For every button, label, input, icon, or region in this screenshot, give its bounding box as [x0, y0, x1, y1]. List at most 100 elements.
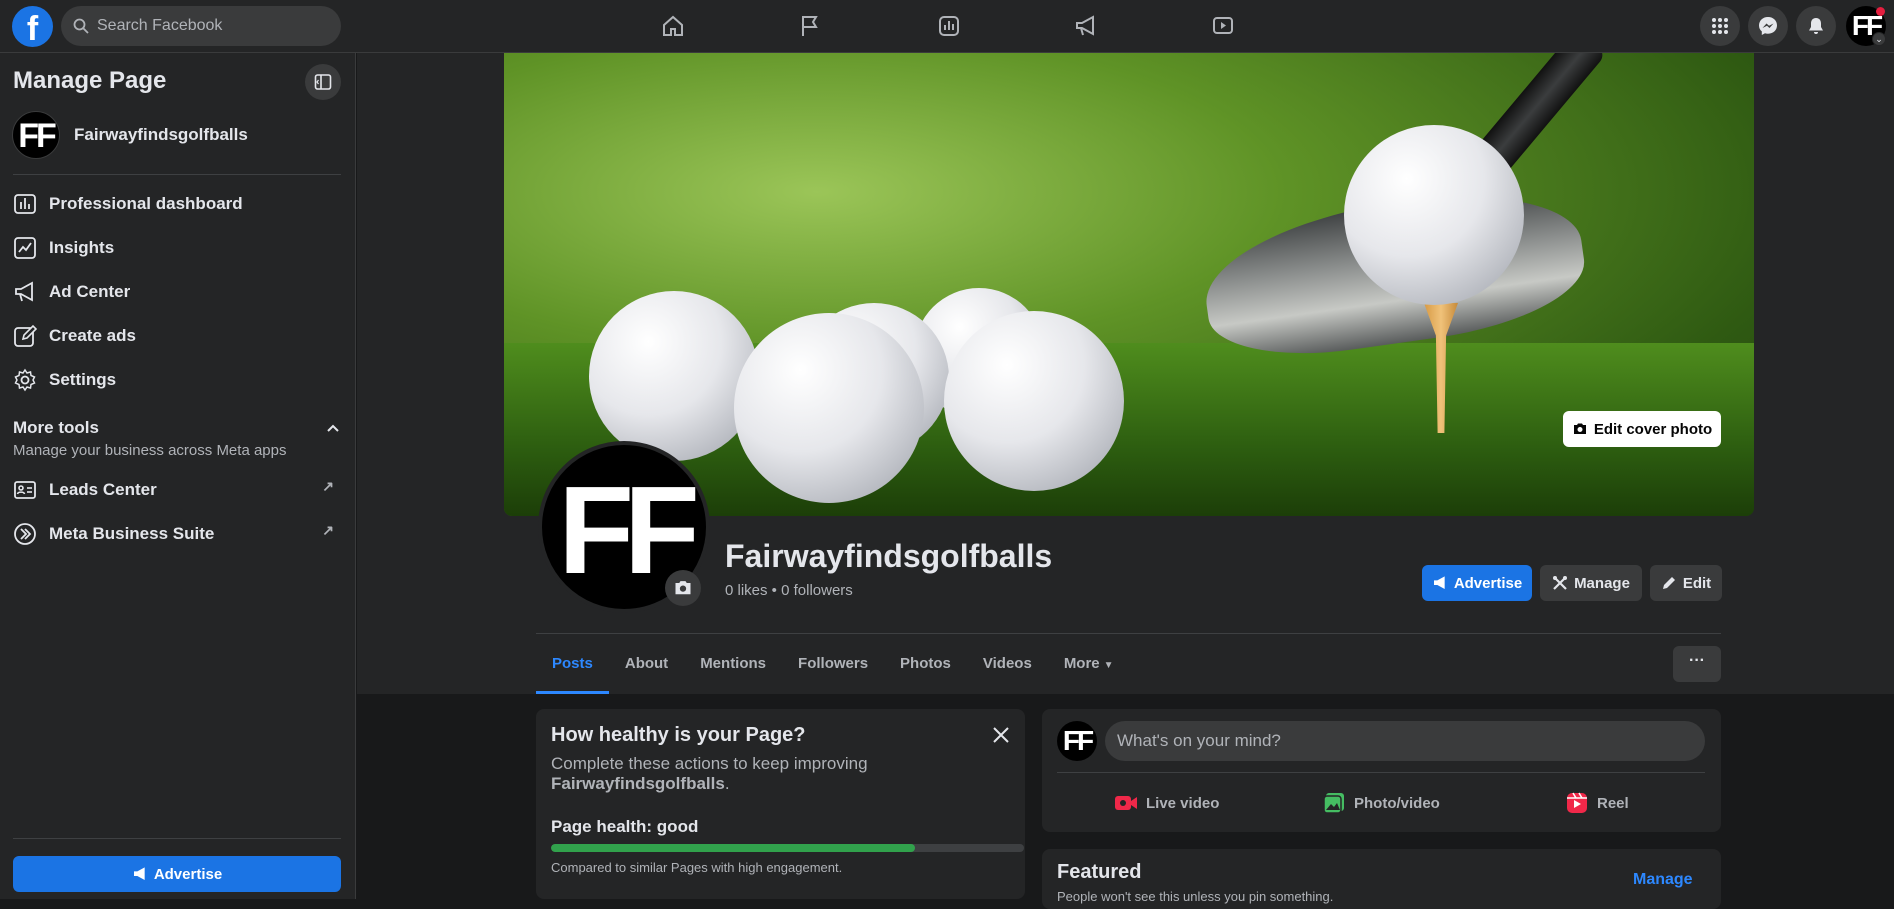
manage-button[interactable]: Manage [1540, 565, 1642, 601]
collapse-icon [314, 74, 332, 90]
edit-button[interactable]: Edit [1650, 565, 1722, 601]
reel-label: Reel [1597, 794, 1629, 812]
edit-label: Edit [1682, 574, 1712, 592]
more-tools-title[interactable]: More tools [13, 418, 99, 438]
leads-icon [12, 477, 38, 503]
manage-page-sidebar: Manage Page FF Fairwayfindsgolfballs Pro… [0, 53, 356, 899]
edit-cover-photo-button[interactable]: Edit cover photo [1563, 411, 1721, 447]
dashboard-icon [12, 191, 38, 217]
camera-icon [1573, 423, 1586, 434]
sidebar-item-professional-dashboard[interactable]: Professional dashboard [12, 184, 342, 224]
sidebar-item-meta-business-suite[interactable]: Meta Business Suite ↗ [12, 514, 342, 554]
sidebar-item-ad-center[interactable]: Ad Center [12, 272, 342, 312]
flag-icon[interactable] [794, 12, 826, 40]
photo-video-label: Photo/video [1354, 794, 1440, 812]
megaphone-icon [12, 279, 38, 305]
sidebar-title: Manage Page [13, 67, 167, 94]
megaphone-icon[interactable] [1070, 12, 1102, 40]
divider [536, 633, 1721, 634]
advertise-label: Advertise [1453, 574, 1523, 592]
page-avatar: FF [12, 111, 60, 159]
page-stats: 0 likes • 0 followers [725, 582, 853, 599]
search-placeholder: Search Facebook [97, 17, 223, 34]
camera-icon [675, 581, 691, 595]
insights-icon[interactable] [933, 12, 965, 40]
home-icon[interactable] [657, 12, 689, 40]
gear-icon [12, 367, 38, 393]
page-tabs: Posts About Mentions Followers Photos Vi… [536, 642, 1130, 694]
pencil-icon [12, 323, 38, 349]
sidebar-item-label: Leads Center [49, 480, 157, 499]
tab-photos[interactable]: Photos [884, 642, 967, 694]
health-title: How healthy is your Page? [551, 724, 806, 746]
facebook-logo[interactable]: f [12, 6, 53, 47]
sidebar-item-insights[interactable]: Insights [12, 228, 342, 268]
chevron-down-icon[interactable]: ⌄ [1872, 32, 1886, 46]
video-icon[interactable] [1207, 12, 1239, 40]
sidebar-item-leads-center[interactable]: Leads Center ↗ [12, 470, 342, 510]
divider [1057, 772, 1705, 773]
health-desc-text: Complete these actions to keep improving [551, 754, 868, 773]
insights-icon [12, 235, 38, 261]
advertise-button[interactable]: Advertise [1422, 565, 1532, 601]
chevron-up-icon[interactable] [327, 419, 339, 435]
business-suite-icon [12, 521, 38, 547]
tab-posts[interactable]: Posts [536, 642, 609, 694]
health-desc-page: Fairwayfindsgolfballs [551, 774, 725, 793]
divider [13, 838, 341, 839]
menu-grid-icon[interactable] [1700, 6, 1740, 46]
sidebar-page-selector[interactable]: FF Fairwayfindsgolfballs [12, 110, 248, 160]
sidebar-page-name: Fairwayfindsgolfballs [74, 125, 248, 144]
bell-icon[interactable] [1796, 6, 1836, 46]
search-input[interactable]: Search Facebook [61, 6, 341, 46]
post-composer-card: FF What's on your mind? Live video Photo… [1042, 709, 1721, 832]
health-note: Compared to similar Pages with high enga… [551, 860, 843, 875]
tab-mentions[interactable]: Mentions [684, 642, 782, 694]
reel-button[interactable]: Reel [1565, 783, 1629, 823]
external-link-icon: ↗ [322, 522, 334, 538]
megaphone-icon [133, 867, 145, 881]
golf-ball [944, 311, 1124, 491]
sidebar-item-label: Meta Business Suite [49, 524, 215, 543]
featured-card: Featured People won't see this unless yo… [1042, 849, 1721, 909]
sidebar-item-label: Professional dashboard [49, 194, 243, 213]
tab-followers[interactable]: Followers [782, 642, 884, 694]
page-health-card: How healthy is your Page? Complete these… [536, 709, 1025, 899]
manage-label: Manage [1574, 574, 1630, 592]
tab-about[interactable]: About [609, 642, 684, 694]
messenger-icon[interactable] [1748, 6, 1788, 46]
external-link-icon: ↗ [322, 478, 334, 494]
health-progress-bar [551, 844, 1024, 852]
sidebar-item-create-ads[interactable]: Create ads [12, 316, 342, 356]
pencil-icon [1662, 577, 1675, 589]
tools-icon [1553, 576, 1568, 590]
reel-icon [1567, 792, 1587, 813]
more-tools-subtitle: Manage your business across Meta apps [13, 442, 287, 459]
search-icon [73, 18, 89, 34]
featured-title: Featured [1057, 861, 1142, 883]
sidebar-item-label: Create ads [49, 326, 136, 345]
collapse-sidebar-button[interactable] [305, 64, 341, 100]
megaphone-icon [1433, 576, 1445, 590]
live-video-button[interactable]: Live video [1114, 783, 1219, 823]
photo-video-button[interactable]: Photo/video [1322, 783, 1440, 823]
sidebar-advertise-button[interactable]: Advertise [13, 856, 341, 892]
close-icon[interactable] [987, 721, 1015, 749]
update-profile-picture-button[interactable] [665, 570, 701, 606]
composer-avatar: FF [1057, 721, 1097, 761]
sidebar-item-settings[interactable]: Settings [12, 360, 342, 400]
composer-input[interactable]: What's on your mind? [1105, 721, 1705, 761]
tab-videos[interactable]: Videos [967, 642, 1048, 694]
notification-dot [1876, 7, 1885, 16]
health-description: Complete these actions to keep improving… [551, 754, 868, 793]
tab-more[interactable]: More ▼ [1048, 642, 1130, 694]
edit-cover-label: Edit cover photo [1593, 420, 1713, 438]
advertise-label: Advertise [153, 865, 223, 883]
tab-more-label: More [1063, 655, 1100, 672]
caret-down-icon: ▼ [1103, 660, 1114, 671]
featured-manage-link[interactable]: Manage [1633, 871, 1693, 889]
more-options-button[interactable]: ··· [1673, 646, 1721, 682]
live-video-icon [1115, 796, 1137, 810]
featured-subtitle: People won't see this unless you pin som… [1057, 889, 1334, 904]
photo-icon [1323, 793, 1344, 814]
